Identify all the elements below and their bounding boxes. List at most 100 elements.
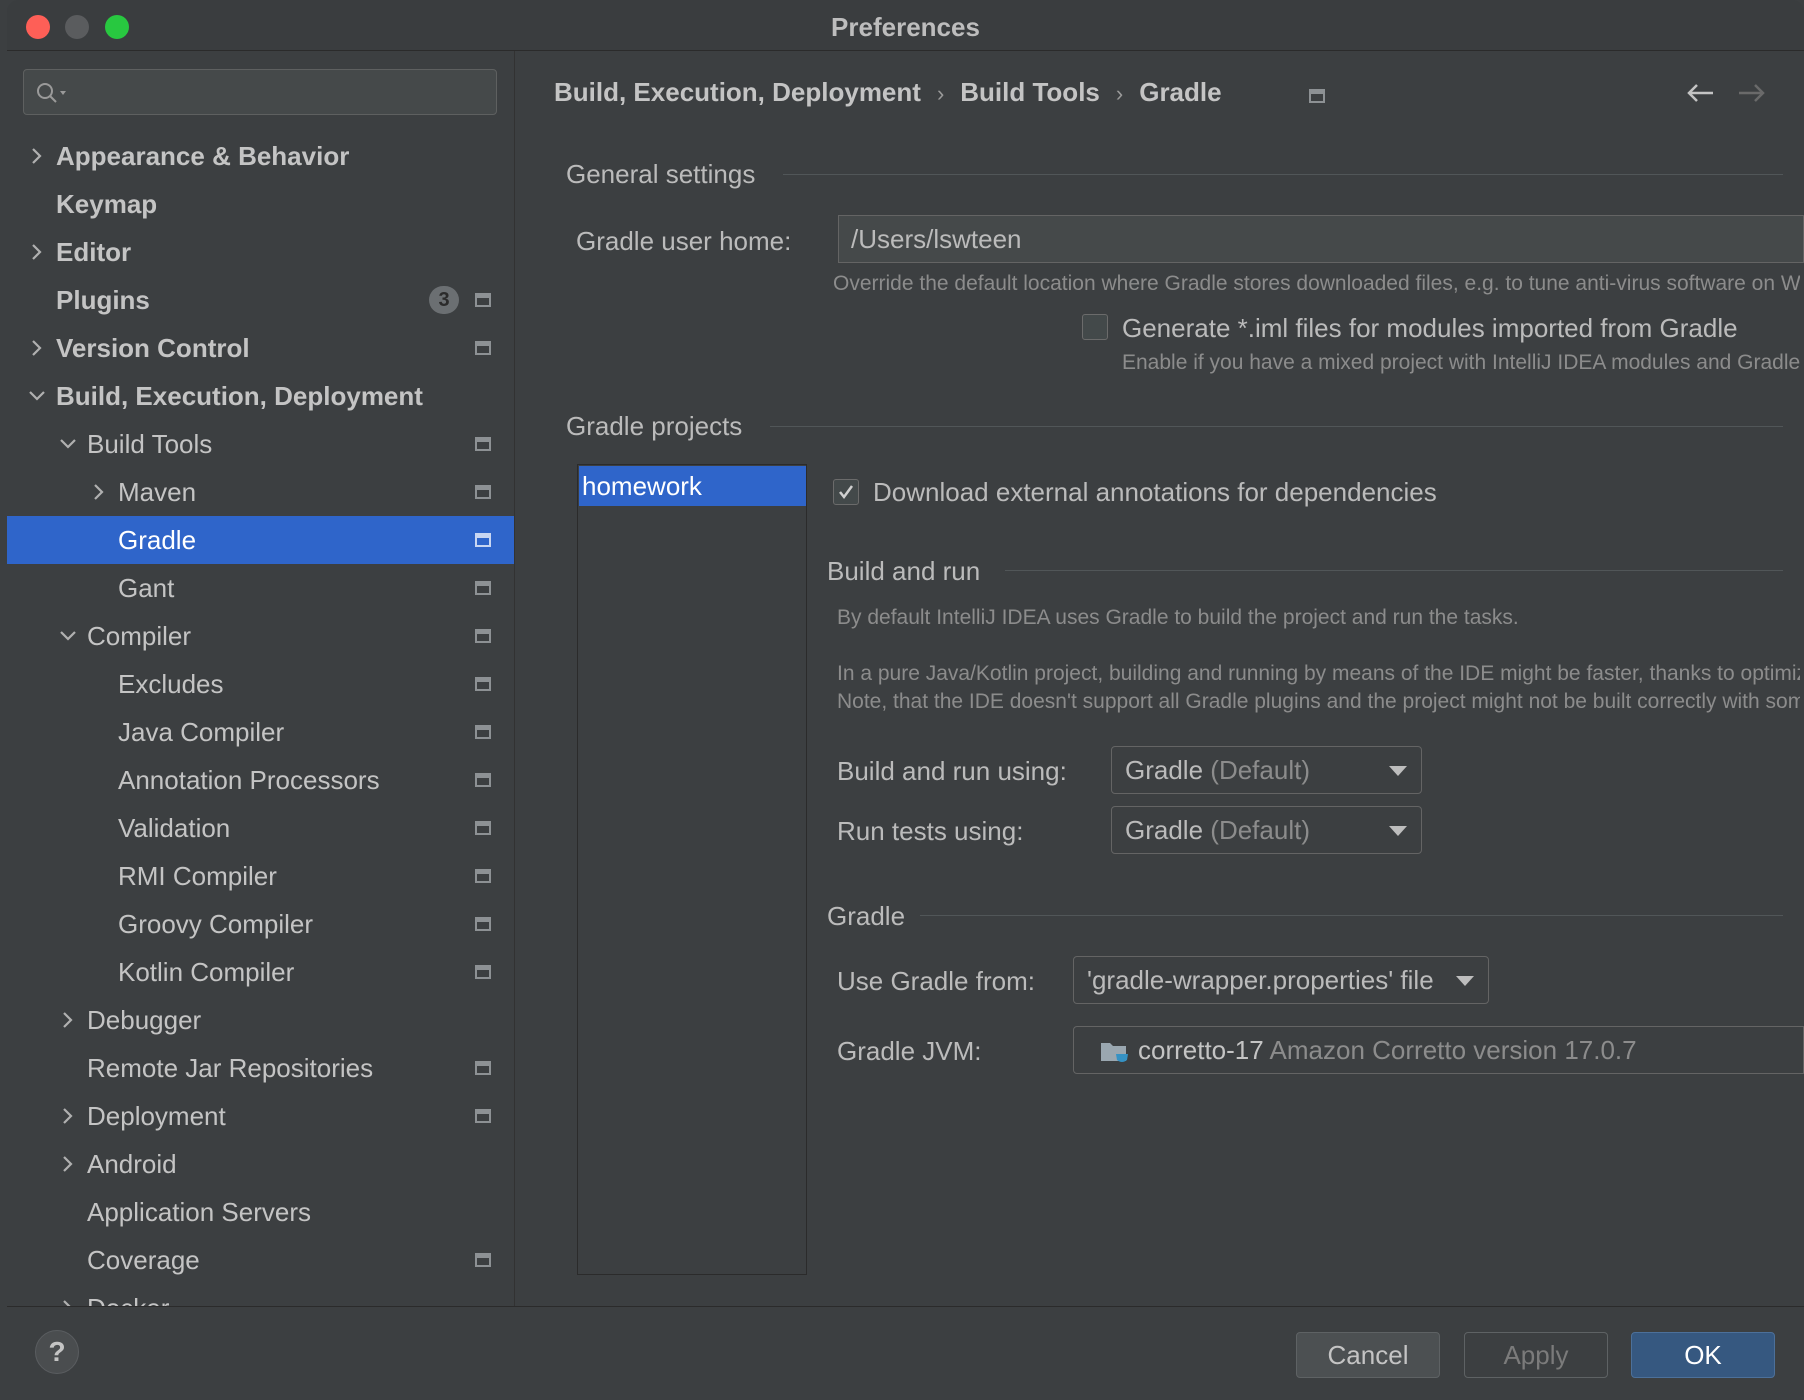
sidebar-item-compiler[interactable]: Compiler bbox=[7, 612, 514, 660]
chevron-right-icon[interactable] bbox=[27, 338, 47, 358]
chevron-down-icon[interactable] bbox=[27, 386, 47, 406]
project-scope-icon bbox=[475, 821, 491, 835]
run-tests-using-dropdown[interactable]: Gradle (Default) bbox=[1111, 806, 1422, 854]
dropdown-arrow-icon bbox=[1456, 976, 1474, 986]
back-arrow-icon[interactable] bbox=[1685, 81, 1715, 105]
chevron-right-icon[interactable] bbox=[58, 1154, 78, 1174]
sidebar-item-version-control[interactable]: Version Control bbox=[7, 324, 514, 372]
project-scope-icon bbox=[475, 629, 491, 643]
sidebar-item-label: Kotlin Compiler bbox=[118, 957, 295, 987]
jvm-name: corretto-17 bbox=[1138, 1035, 1264, 1065]
gradle-jvm-label: Gradle JVM: bbox=[837, 1036, 982, 1066]
chevron-right-icon[interactable] bbox=[58, 1106, 78, 1126]
sidebar-item-label: Remote Jar Repositories bbox=[87, 1053, 374, 1083]
dialog-footer: ? Cancel Apply OK bbox=[7, 1306, 1804, 1400]
breadcrumb-separator-icon: › bbox=[936, 81, 945, 106]
cancel-button[interactable]: Cancel bbox=[1296, 1332, 1440, 1378]
sidebar-item-groovy-compiler[interactable]: Groovy Compiler bbox=[7, 900, 514, 948]
preferences-window: Preferences Appearance & Behavior Keymap E… bbox=[7, 0, 1804, 1400]
sidebar-item-label: Maven bbox=[118, 477, 197, 507]
sidebar-item-label: Annotation Processors bbox=[118, 765, 380, 795]
settings-search-input[interactable] bbox=[23, 69, 497, 115]
sidebar-item-label: Build, Execution, Deployment bbox=[56, 381, 423, 411]
gradle-jvm-dropdown[interactable]: corretto-17 Amazon Corretto version 17.0… bbox=[1073, 1026, 1804, 1074]
sidebar-item-keymap[interactable]: Keymap bbox=[7, 180, 514, 228]
sidebar-item-gradle[interactable]: Gradle bbox=[7, 516, 514, 564]
dropdown-value: 'gradle-wrapper.properties' file bbox=[1087, 965, 1434, 995]
build-run-hint: In a pure Java/Kotlin project, building … bbox=[837, 662, 1800, 685]
sidebar-item-validation[interactable]: Validation bbox=[7, 804, 514, 852]
project-scope-icon bbox=[475, 965, 491, 979]
breadcrumb-item[interactable]: Build, Execution, Deployment bbox=[554, 77, 921, 107]
sidebar-item-remote-jar-repositories[interactable]: Remote Jar Repositories bbox=[7, 1044, 514, 1092]
sidebar-item-deployment[interactable]: Deployment bbox=[7, 1092, 514, 1140]
sidebar-item-java-compiler[interactable]: Java Compiler bbox=[7, 708, 514, 756]
chevron-right-icon[interactable] bbox=[58, 1298, 78, 1306]
project-scope-icon bbox=[475, 341, 491, 355]
project-list-item[interactable]: homework bbox=[579, 466, 806, 506]
sidebar-item-debugger[interactable]: Debugger bbox=[7, 996, 514, 1044]
sidebar-item-label: Coverage bbox=[87, 1245, 200, 1275]
build-run-hint: Note, that the IDE doesn't support all G… bbox=[837, 690, 1800, 713]
project-scope-icon bbox=[475, 437, 491, 451]
breadcrumb-item[interactable]: Build Tools bbox=[960, 77, 1100, 107]
generate-iml-checkbox[interactable] bbox=[1082, 314, 1108, 340]
sidebar-item-gant[interactable]: Gant bbox=[7, 564, 514, 612]
sidebar-item-coverage[interactable]: Coverage bbox=[7, 1236, 514, 1284]
build-and-run-heading: Build and run bbox=[827, 556, 981, 586]
chevron-right-icon[interactable] bbox=[89, 482, 109, 502]
sidebar-item-label: Validation bbox=[118, 813, 231, 843]
download-annotations-checkbox[interactable] bbox=[833, 479, 859, 505]
sidebar-item-editor[interactable]: Editor bbox=[7, 228, 514, 276]
chevron-down-icon[interactable] bbox=[58, 434, 78, 454]
sidebar-item-label: Plugins bbox=[56, 285, 150, 315]
breadcrumb-separator-icon: › bbox=[1115, 81, 1124, 106]
breadcrumb: Build, Execution, Deployment › Build Tools… bbox=[554, 77, 1238, 108]
use-gradle-from-label: Use Gradle from: bbox=[837, 966, 1035, 996]
download-annotations-label[interactable]: Download external annotations for depend… bbox=[873, 477, 1437, 508]
chevron-right-icon[interactable] bbox=[58, 1010, 78, 1030]
chevron-down-icon[interactable] bbox=[58, 626, 78, 646]
sidebar-item-application-servers[interactable]: Application Servers bbox=[7, 1188, 514, 1236]
dropdown-value: Gradle bbox=[1125, 815, 1204, 845]
chevron-right-icon[interactable] bbox=[27, 146, 47, 166]
sidebar-item-plugins[interactable]: Plugins 3 bbox=[7, 276, 514, 324]
generate-iml-label[interactable]: Generate *.iml files for modules importe… bbox=[1122, 313, 1738, 344]
sidebar-item-appearance-behavior[interactable]: Appearance & Behavior bbox=[7, 132, 514, 180]
ok-button[interactable]: OK bbox=[1631, 1332, 1775, 1378]
sidebar-item-label: Excludes bbox=[118, 669, 224, 699]
sidebar-item-rmi-compiler[interactable]: RMI Compiler bbox=[7, 852, 514, 900]
use-gradle-from-dropdown[interactable]: 'gradle-wrapper.properties' file bbox=[1073, 956, 1489, 1004]
sidebar-item-android[interactable]: Android bbox=[7, 1140, 514, 1188]
sidebar-item-annotation-processors[interactable]: Annotation Processors bbox=[7, 756, 514, 804]
sidebar-item-docker[interactable]: Docker bbox=[7, 1284, 514, 1306]
window-title: Preferences bbox=[831, 12, 980, 42]
section-divider bbox=[920, 915, 1783, 916]
chevron-right-icon[interactable] bbox=[27, 242, 47, 262]
forward-arrow-icon[interactable] bbox=[1737, 81, 1767, 105]
apply-button[interactable]: Apply bbox=[1464, 1332, 1608, 1378]
dropdown-arrow-icon bbox=[1389, 766, 1407, 776]
help-button[interactable]: ? bbox=[35, 1330, 79, 1374]
sidebar-item-maven[interactable]: Maven bbox=[7, 468, 514, 516]
gradle-projects-list: homework bbox=[577, 464, 807, 1275]
sidebar-item-excludes[interactable]: Excludes bbox=[7, 660, 514, 708]
search-icon bbox=[37, 83, 66, 103]
checkmark-icon bbox=[839, 485, 854, 500]
gradle-user-home-input[interactable]: /Users/lswteen bbox=[838, 215, 1804, 263]
generate-iml-hint: Enable if you have a mixed project with … bbox=[1122, 351, 1800, 374]
sidebar-item-label: Application Servers bbox=[87, 1197, 311, 1227]
sidebar-item-label: Gant bbox=[118, 573, 175, 603]
section-divider bbox=[770, 426, 1783, 427]
build-and-run-using-label: Build and run using: bbox=[837, 756, 1067, 786]
build-and-run-using-dropdown[interactable]: Gradle (Default) bbox=[1111, 746, 1422, 794]
sidebar-item-build-tools[interactable]: Build Tools bbox=[7, 420, 514, 468]
build-run-hint: By default IntelliJ IDEA uses Gradle to … bbox=[837, 606, 1519, 629]
project-scope-icon bbox=[475, 917, 491, 931]
breadcrumb-item: Gradle bbox=[1139, 77, 1222, 107]
dropdown-value-suffix: (Default) bbox=[1210, 755, 1310, 785]
gradle-settings-panel: Build, Execution, Deployment › Build Tools… bbox=[515, 51, 1804, 1306]
sidebar-item-build-execution-deployment[interactable]: Build, Execution, Deployment bbox=[7, 372, 514, 420]
sidebar-item-kotlin-compiler[interactable]: Kotlin Compiler bbox=[7, 948, 514, 996]
dropdown-value: Gradle bbox=[1125, 755, 1204, 785]
